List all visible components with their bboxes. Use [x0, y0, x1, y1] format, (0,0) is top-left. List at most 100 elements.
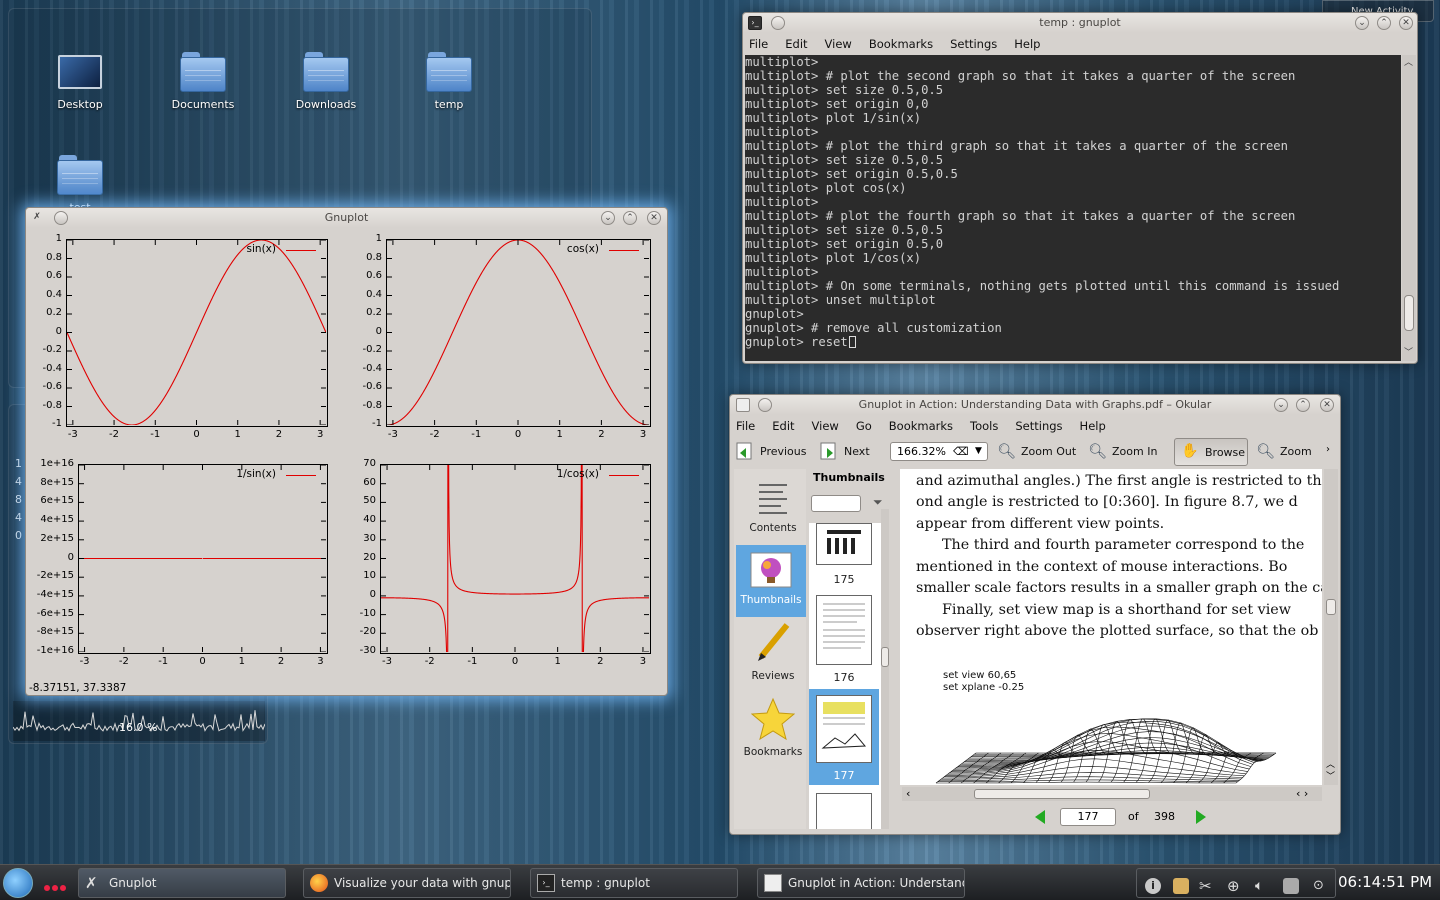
volume-icon[interactable]: 🔈︎: [1255, 878, 1271, 894]
menu-file[interactable]: File: [749, 37, 768, 51]
window-menu-icon[interactable]: [758, 398, 772, 412]
menu-view[interactable]: View: [812, 419, 839, 433]
x-tick-label: 3: [317, 656, 324, 667]
chevron-down-icon[interactable]: ▼: [975, 443, 982, 460]
thumbnail-page-176[interactable]: [816, 595, 872, 665]
thumbnail-list[interactable]: 175 176 177: [809, 523, 881, 829]
menu-bookmarks[interactable]: Bookmarks: [869, 37, 933, 51]
menu-tools[interactable]: Tools: [970, 419, 998, 433]
notifications-arrow-icon[interactable]: ⊙: [1313, 878, 1329, 894]
plot-area-3[interactable]: [78, 464, 328, 654]
maximize-icon[interactable]: ⌃: [1377, 16, 1391, 30]
menu-file[interactable]: File: [736, 419, 755, 433]
minimize-icon[interactable]: ⌄: [1355, 16, 1369, 30]
menu-help[interactable]: Help: [1080, 419, 1106, 433]
toolbar-overflow-icon[interactable]: ›: [1326, 444, 1330, 455]
task-gnuplot[interactable]: ✗ Gnuplot: [78, 868, 286, 898]
menu-help[interactable]: Help: [1014, 37, 1040, 51]
page-horizontal-scrollbar[interactable]: ‹ ‹ ›: [902, 787, 1322, 801]
next-button[interactable]: Next: [820, 440, 870, 462]
previous-button[interactable]: Previous: [736, 440, 807, 462]
desktop-icon-label: Documents: [171, 98, 235, 111]
info-icon[interactable]: i: [1145, 878, 1161, 894]
thumbnail-page-178[interactable]: [816, 793, 872, 829]
thumbnail-scrollbar[interactable]: [881, 509, 889, 829]
window-menu-icon[interactable]: [54, 211, 68, 225]
thumbnail-filter-input[interactable]: [811, 495, 861, 512]
terminal-titlebar[interactable]: ›_ temp : gnuplot ⌄ ⌃ ✕: [743, 13, 1417, 33]
scroll-right-icon[interactable]: ‹ ›: [1296, 787, 1308, 800]
cpu-numbers: 1 4 8 4 0: [15, 457, 22, 542]
zoom-out-button[interactable]: 🔍︎ Zoom Out: [997, 440, 1076, 462]
page-vertical-scrollbar[interactable]: ︿ ﹀: [1324, 469, 1338, 785]
browse-button[interactable]: ✋ Browse: [1174, 438, 1248, 466]
task-firefox[interactable]: Visualize your data with gnuplot: [303, 868, 511, 898]
task-terminal[interactable]: ›_ temp : gnuplot: [530, 868, 738, 898]
maximize-icon[interactable]: ⌃: [1296, 398, 1310, 412]
plot-area-1[interactable]: [66, 239, 328, 427]
notes-icon[interactable]: [1173, 878, 1189, 894]
clock[interactable]: 06:14:51 PM: [1338, 873, 1432, 891]
terminal-output[interactable]: multiplot> multiplot> # plot the second g…: [745, 55, 1401, 361]
okular-app-icon[interactable]: [736, 398, 750, 412]
task-okular[interactable]: Gnuplot in Action: Understanding: [757, 868, 965, 898]
panel-contents[interactable]: Contents: [740, 479, 806, 534]
okular-titlebar[interactable]: Gnuplot in Action: Understanding Data wi…: [730, 395, 1340, 415]
desktop-icon-temp[interactable]: temp: [394, 52, 504, 111]
document-page[interactable]: and azimuthal angles.) The first angle i…: [900, 469, 1322, 785]
menu-view[interactable]: View: [825, 37, 852, 51]
thumbnail-page-177[interactable]: [816, 695, 872, 763]
zoom-tool-button[interactable]: 🔍︎ Zoom: [1256, 440, 1312, 462]
page-number-input[interactable]: 177: [1060, 808, 1116, 826]
scrollbar-thumb[interactable]: [1326, 599, 1336, 615]
menu-settings[interactable]: Settings: [1015, 419, 1062, 433]
kde-launcher-icon[interactable]: [3, 868, 33, 898]
menu-edit[interactable]: Edit: [785, 37, 807, 51]
menu-settings[interactable]: Settings: [950, 37, 997, 51]
zoom-in-button[interactable]: 🔍︎ Zoom In: [1088, 440, 1157, 462]
menu-edit[interactable]: Edit: [772, 419, 794, 433]
scroll-down-icon[interactable]: ﹀: [1404, 345, 1413, 358]
window-menu-icon[interactable]: [771, 16, 785, 30]
desktop-icon-desktop[interactable]: Desktop: [25, 52, 135, 111]
panel-bookmarks[interactable]: Bookmarks: [740, 697, 806, 758]
filter-icon[interactable]: ⏷: [873, 495, 883, 510]
thumbnail-selected[interactable]: 177: [809, 689, 879, 785]
scrollbar-thumb[interactable]: [974, 789, 1150, 799]
menu-go[interactable]: Go: [856, 419, 872, 433]
scroll-down-icon[interactable]: ﹀: [1326, 769, 1335, 782]
page-text-line: The third and fourth parameter correspon…: [942, 537, 1305, 553]
panel-reviews[interactable]: Reviews: [740, 621, 806, 682]
close-icon[interactable]: ✕: [1320, 398, 1334, 412]
scroll-up-icon[interactable]: ︿: [1404, 55, 1413, 68]
terminal-scrollbar[interactable]: ︿ ﹀: [1402, 55, 1416, 361]
prev-page-arrow[interactable]: [1033, 809, 1047, 828]
network-icon[interactable]: ⊕: [1227, 878, 1243, 894]
gnuplot-canvas[interactable]: -3 -2 -1 0 1 2 3 1 0.8 0.6 0.4 0.2 0 -0.2 -0.4 -0.6 -0.8…: [26, 228, 667, 676]
scrollbar-thumb[interactable]: [881, 647, 889, 667]
desktop-icon-documents[interactable]: Documents: [148, 52, 258, 111]
panel-thumbnails[interactable]: Thumbnails: [736, 545, 806, 617]
minimize-icon[interactable]: ⌄: [601, 211, 615, 225]
activity-dots-icon[interactable]: [44, 880, 66, 894]
scroll-left-icon[interactable]: ‹: [906, 787, 910, 800]
plot-area-2[interactable]: [386, 239, 651, 427]
thumbnail-page-175[interactable]: [816, 523, 872, 565]
klipper-scissors-icon[interactable]: ✂: [1199, 878, 1215, 894]
next-page-arrow[interactable]: [1194, 809, 1208, 828]
clear-icon[interactable]: ⌫: [953, 443, 969, 460]
device-notifier-icon[interactable]: [1283, 878, 1299, 894]
desktop-icon-test[interactable]: test: [25, 155, 135, 214]
maximize-icon[interactable]: ⌃: [623, 211, 637, 225]
gnuplot-titlebar[interactable]: ✗ Gnuplot ⌄ ⌃ ✕: [26, 208, 667, 228]
desktop-icon-downloads[interactable]: Downloads: [271, 52, 381, 111]
plot-area-4[interactable]: [380, 464, 651, 654]
gnuplot-app-icon[interactable]: ✗: [30, 211, 44, 225]
zoom-combo[interactable]: 166.32% ⌫ ▼: [890, 442, 988, 461]
terminal-app-icon[interactable]: ›_: [748, 16, 762, 30]
close-icon[interactable]: ✕: [1399, 16, 1413, 30]
minimize-icon[interactable]: ⌄: [1274, 398, 1288, 412]
menu-bookmarks[interactable]: Bookmarks: [889, 419, 953, 433]
scrollbar-thumb[interactable]: [1404, 295, 1414, 331]
close-icon[interactable]: ✕: [647, 211, 661, 225]
